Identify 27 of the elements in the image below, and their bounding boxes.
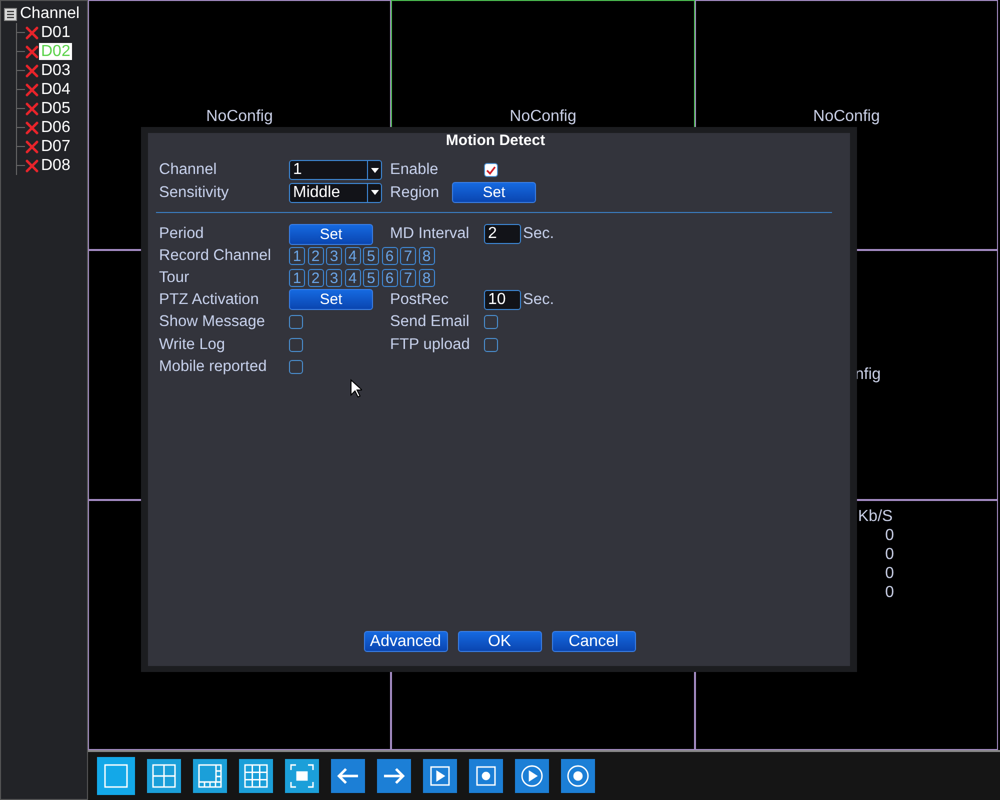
field-label: Mobile reported <box>159 358 268 376</box>
dialog-title: Motion Detect <box>444 133 546 149</box>
status-text: NoConfig <box>206 108 273 126</box>
field-label: Sensitivity <box>159 184 230 202</box>
field-label: Show Message <box>159 313 266 332</box>
bitrate-value: 0 <box>885 526 894 545</box>
field-label: Write Log <box>159 336 226 354</box>
field-label: MD Interval <box>390 225 470 244</box>
status-text: NoConfig <box>813 108 880 126</box>
bitrate-value: 0 <box>885 545 894 564</box>
field-label: Record Channel <box>159 247 272 266</box>
field-label: FTP upload <box>390 336 471 354</box>
field-label: Period <box>159 225 205 244</box>
field-label: Channel <box>159 161 218 180</box>
bitrate-value: 0 <box>885 583 894 602</box>
field-label: Send Email <box>390 313 470 332</box>
field-label: Region <box>390 184 440 202</box>
bitrate-header: Kb/S <box>858 507 893 526</box>
field-label: Tour <box>159 268 190 287</box>
field-label: PostRec <box>390 290 450 309</box>
status-text: NoConfig <box>510 108 576 126</box>
unit-label: Sec. <box>523 290 554 309</box>
bitrate-value: 0 <box>885 564 894 583</box>
field-label: Enable <box>390 161 440 180</box>
field-label: PTZ Activation <box>159 290 260 309</box>
unit-label: Sec. <box>523 225 554 244</box>
panel-title: Channel <box>20 5 80 23</box>
